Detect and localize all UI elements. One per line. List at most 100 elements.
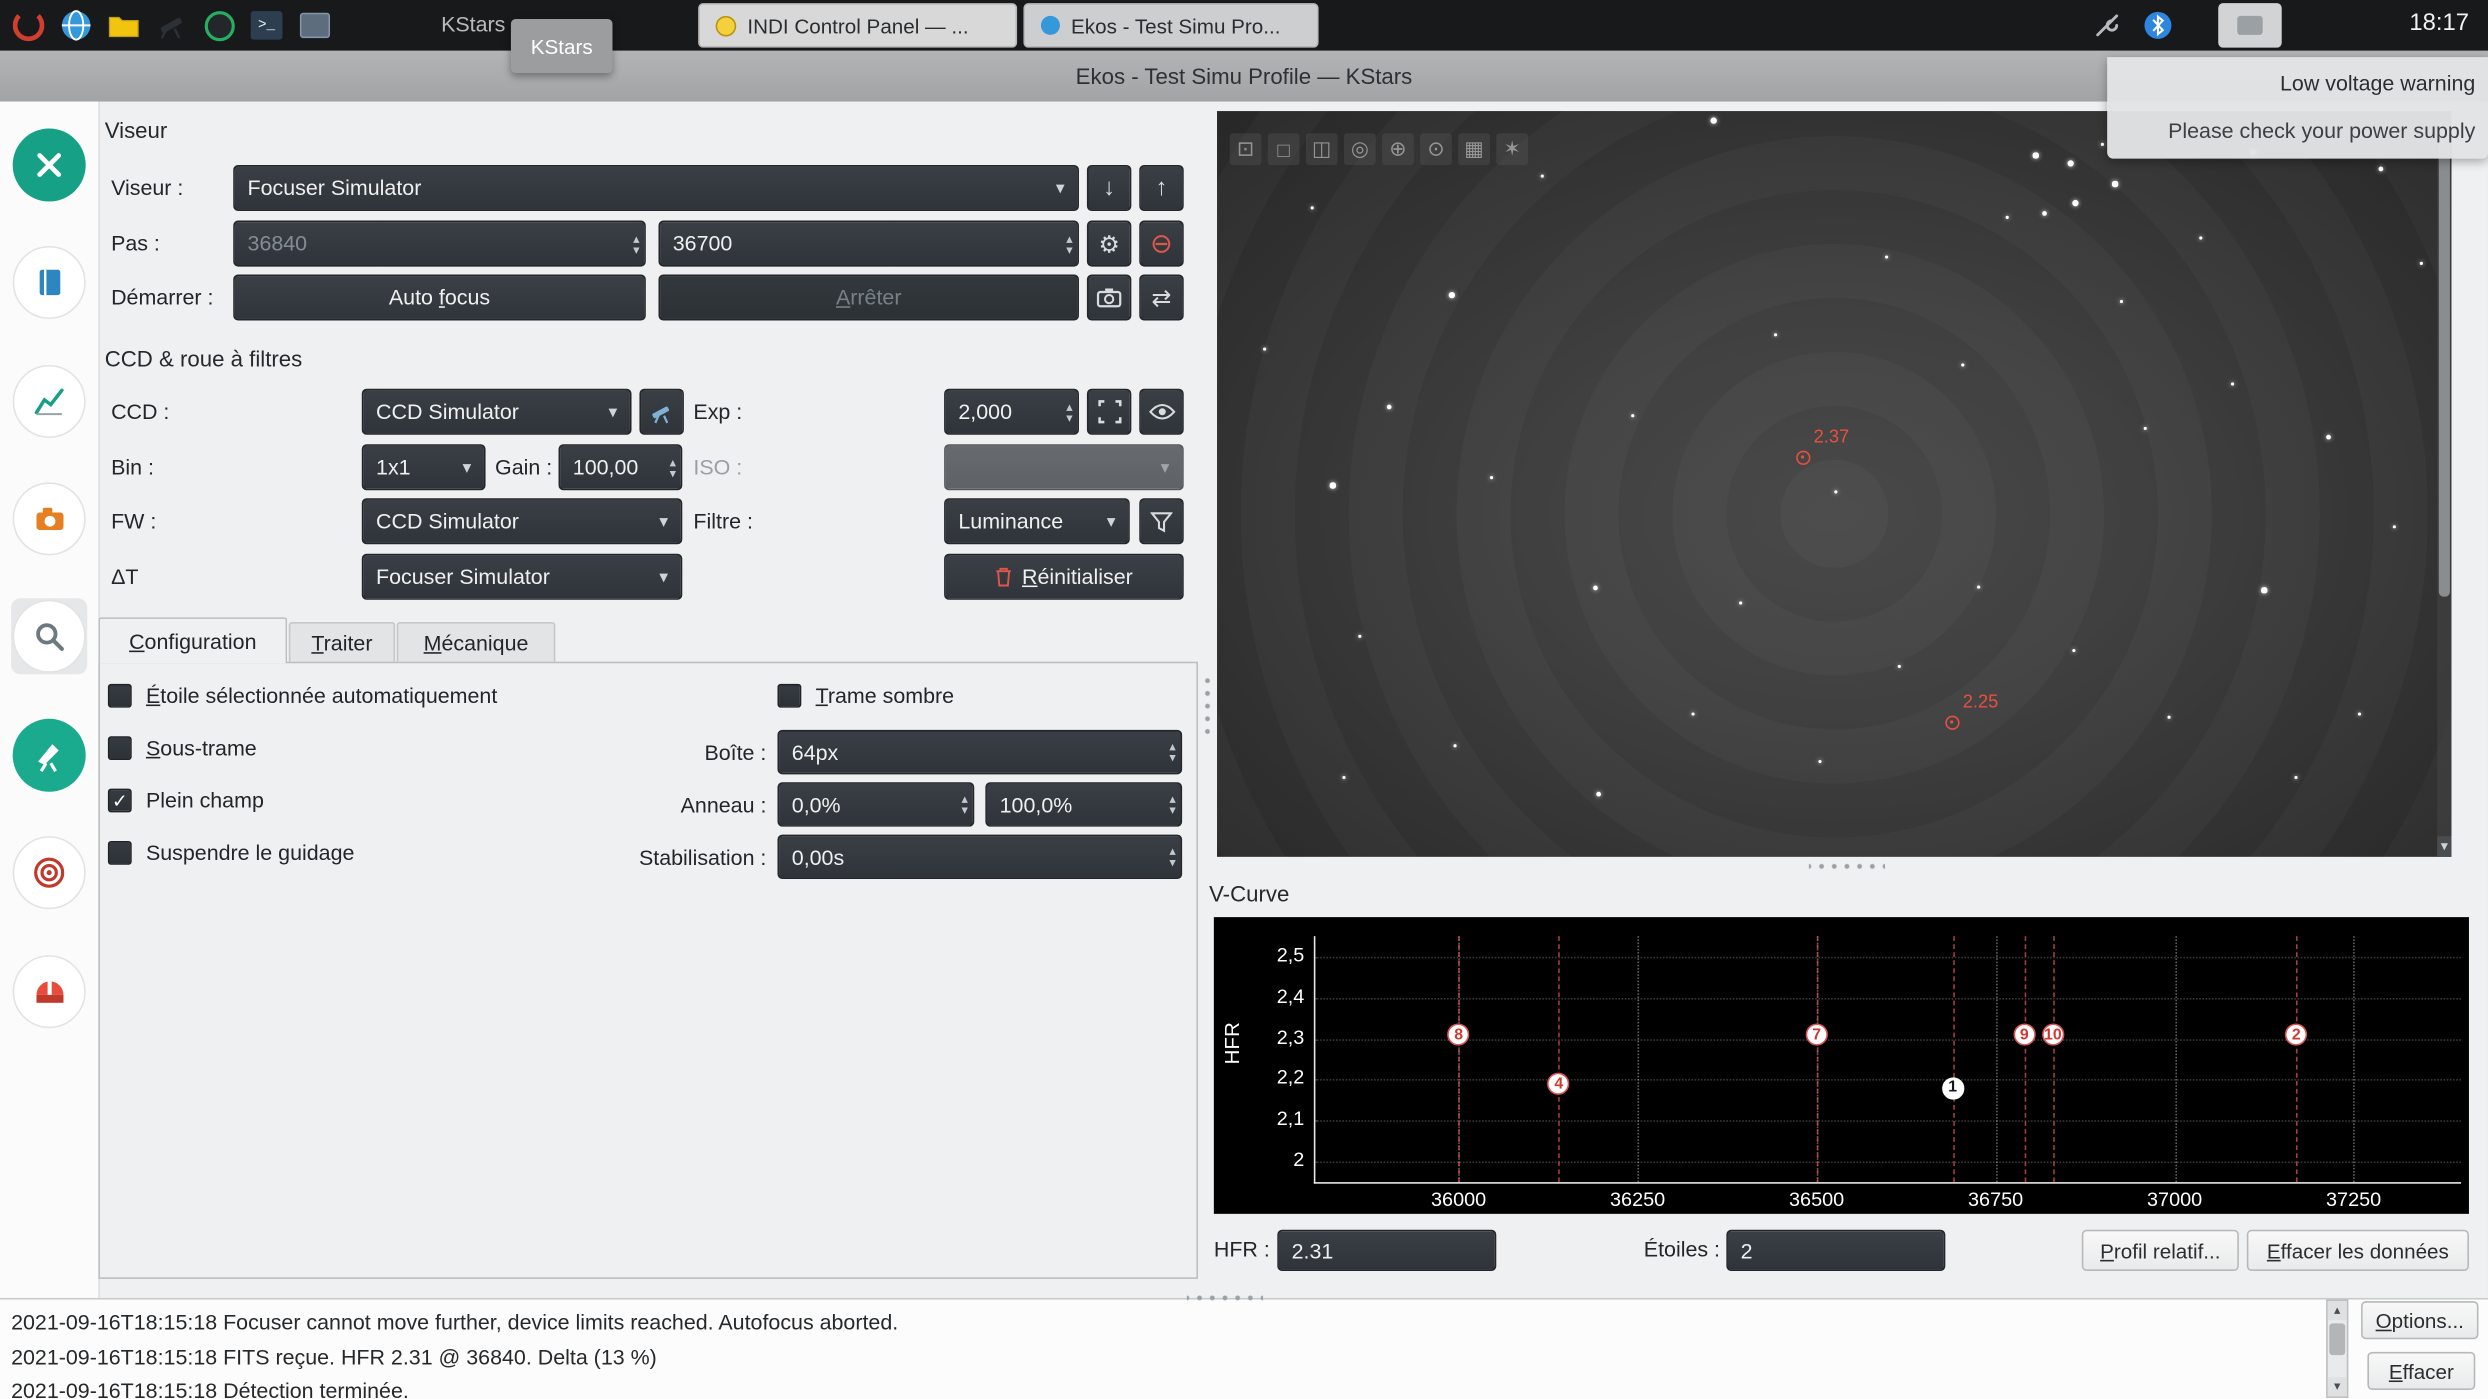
sidebar-item-scheduler[interactable] bbox=[11, 244, 87, 320]
window-button-ekos[interactable]: Ekos - Test Simu Pro... bbox=[1023, 3, 1318, 47]
horizontal-splitter-handle[interactable] bbox=[1809, 860, 1885, 873]
frame-icon bbox=[1097, 400, 1121, 424]
spin-down-icon[interactable]: ▾ bbox=[1169, 752, 1175, 763]
log-splitter-handle[interactable] bbox=[1187, 1292, 1263, 1305]
systray-notifier-icon[interactable] bbox=[2218, 3, 2281, 47]
notification-popup[interactable]: Low voltage warning Please check your po… bbox=[2107, 57, 2488, 159]
clear-log-button[interactable]: Effacer bbox=[2367, 1352, 2475, 1390]
telescope-app-icon[interactable] bbox=[152, 6, 190, 44]
hfr-label: HFR : bbox=[1214, 1238, 1270, 1262]
sidebar-item-mount[interactable] bbox=[11, 717, 87, 793]
binning-select[interactable]: 1x1 ▾ bbox=[362, 444, 486, 490]
indi-app-icon[interactable] bbox=[200, 6, 238, 44]
sidebar-item-observatory[interactable] bbox=[11, 954, 87, 1030]
systray-tool-icon[interactable] bbox=[2088, 6, 2126, 44]
spin-down-icon[interactable]: ▾ bbox=[633, 244, 639, 255]
live-view-button[interactable] bbox=[1139, 389, 1183, 435]
view-scrollbar-thumb[interactable] bbox=[2439, 121, 2450, 597]
stop-button: Arrêter bbox=[658, 275, 1078, 321]
browser-globe-icon[interactable] bbox=[57, 6, 95, 44]
tab-mecanique[interactable]: Mécanique bbox=[397, 622, 556, 663]
sidebar-item-capture[interactable] bbox=[11, 481, 87, 557]
autofocus-button[interactable]: Auto focus bbox=[233, 275, 646, 321]
checkbox-sous-trame[interactable] bbox=[108, 736, 132, 760]
focuser-select[interactable]: Focuser Simulator ▾ bbox=[233, 165, 1079, 211]
hfr-value: 2.31 bbox=[1292, 1238, 1334, 1262]
reset-button[interactable]: Réinitialiser bbox=[944, 554, 1184, 600]
gridline-v bbox=[1996, 936, 1998, 1182]
focus-out-button[interactable]: ↑ bbox=[1139, 165, 1183, 211]
ccd-select[interactable]: CCD Simulator ▾ bbox=[362, 389, 632, 435]
scroll-down-icon[interactable]: ▾ bbox=[2328, 1377, 2347, 1396]
x-tick-label: 36500 bbox=[1769, 1188, 1864, 1210]
filter-settings-button[interactable] bbox=[1139, 498, 1183, 544]
boite-label: Boîte : bbox=[587, 741, 766, 765]
settle-field[interactable]: 0,00s ▴▾ bbox=[777, 835, 1182, 879]
star bbox=[2072, 200, 2078, 206]
spin-down-icon[interactable]: ▾ bbox=[1066, 412, 1072, 423]
mount-telescope-icon bbox=[13, 719, 86, 792]
filter-value: Luminance bbox=[958, 509, 1063, 533]
checkbox-etoile-auto[interactable] bbox=[108, 684, 132, 708]
spin-down-icon[interactable]: ▾ bbox=[1066, 244, 1072, 255]
tab-configuration[interactable]: Configuration bbox=[98, 617, 287, 663]
tab-traiter[interactable]: Traiter bbox=[289, 622, 395, 663]
scroll-up-icon[interactable]: ▴ bbox=[2328, 1301, 2347, 1320]
star bbox=[1710, 117, 1717, 124]
star bbox=[2067, 160, 2075, 168]
sidebar-item-focus[interactable] bbox=[11, 598, 87, 674]
log-scrollbar[interactable]: ▴ ▾ bbox=[2326, 1300, 2348, 1398]
filter-select[interactable]: Luminance ▾ bbox=[944, 498, 1130, 544]
scroll-down-icon[interactable]: ▾ bbox=[2437, 836, 2451, 857]
exposure-field[interactable]: 2,000 ▴▾ bbox=[944, 389, 1079, 435]
ccd-scope-button[interactable] bbox=[639, 389, 683, 435]
checkbox-suspendre-guidage[interactable] bbox=[108, 841, 132, 865]
relative-profile-button[interactable]: Profil relatif... bbox=[2082, 1230, 2239, 1271]
box-size-field[interactable]: 64px ▴▾ bbox=[777, 730, 1182, 774]
focus-star-view[interactable]: ⊡□◫◎⊕⊙▦✶ 2.372.25 ▾ bbox=[1217, 111, 2451, 857]
point-marker-line bbox=[1817, 936, 1819, 1182]
temperature-source-select[interactable]: Focuser Simulator ▾ bbox=[362, 554, 683, 600]
focus-in-button[interactable]: ↓ bbox=[1087, 165, 1131, 211]
point-marker-line bbox=[1953, 936, 1955, 1182]
spin-down-icon[interactable]: ▾ bbox=[670, 467, 676, 478]
terminal-icon[interactable]: >_ bbox=[248, 6, 286, 44]
loop-capture-button[interactable]: ⇄ bbox=[1139, 275, 1183, 321]
ring-outer-field[interactable]: 100,0% ▴▾ bbox=[985, 782, 1182, 826]
target-position-field[interactable]: 36700 ▴▾ bbox=[658, 221, 1078, 267]
focuser-settings-button[interactable]: ⚙ bbox=[1087, 221, 1131, 267]
capture-image-button[interactable] bbox=[1087, 275, 1131, 321]
spin-down-icon[interactable]: ▾ bbox=[1169, 804, 1175, 815]
filter-wheel-select[interactable]: CCD Simulator ▾ bbox=[362, 498, 683, 544]
filtre-label: Filtre : bbox=[693, 509, 753, 533]
clear-data-button[interactable]: Effacer les données bbox=[2247, 1230, 2469, 1271]
frame-settings-button[interactable] bbox=[1087, 389, 1131, 435]
sidebar-item-analyze[interactable] bbox=[11, 363, 87, 439]
log-scrollbar-thumb[interactable] bbox=[2329, 1323, 2345, 1355]
kde-menu-icon[interactable] bbox=[10, 6, 48, 44]
stop-motion-button[interactable]: ⊖ bbox=[1139, 221, 1183, 267]
view-scrollbar[interactable]: ▾ bbox=[2437, 111, 2451, 857]
checkbox-trame-sombre[interactable] bbox=[777, 684, 801, 708]
ring-inner-field[interactable]: 0,0% ▴▾ bbox=[777, 782, 974, 826]
window-button-indi[interactable]: INDI Control Panel — ... bbox=[698, 3, 1017, 47]
checkbox-plein-champ[interactable]: ✓ bbox=[108, 789, 132, 813]
clock[interactable]: 18:17 bbox=[2409, 10, 2469, 37]
guide-target-icon bbox=[13, 836, 86, 909]
ekos-app-icon bbox=[1041, 16, 1060, 35]
autofocus-button-label: Auto focus bbox=[389, 286, 490, 310]
spin-down-icon[interactable]: ▾ bbox=[962, 804, 968, 815]
star bbox=[2119, 299, 2123, 303]
bluetooth-icon[interactable] bbox=[2139, 6, 2177, 44]
options-button[interactable]: Options... bbox=[2361, 1301, 2478, 1339]
file-manager-folder-icon[interactable] bbox=[105, 6, 143, 44]
pas-label: Pas : bbox=[111, 232, 160, 256]
spin-down-icon[interactable]: ▾ bbox=[1169, 857, 1175, 868]
sidebar-item-setup[interactable] bbox=[11, 127, 87, 203]
sidebar-item-guide[interactable] bbox=[11, 835, 87, 911]
gain-field[interactable]: 100,00 ▴▾ bbox=[559, 444, 683, 490]
absolute-position-field[interactable]: 36840 ▴▾ bbox=[233, 221, 646, 267]
kstars-window-icon[interactable] bbox=[295, 6, 333, 44]
vertical-splitter-handle[interactable] bbox=[1201, 674, 1214, 737]
box-size-value: 64px bbox=[792, 740, 838, 764]
